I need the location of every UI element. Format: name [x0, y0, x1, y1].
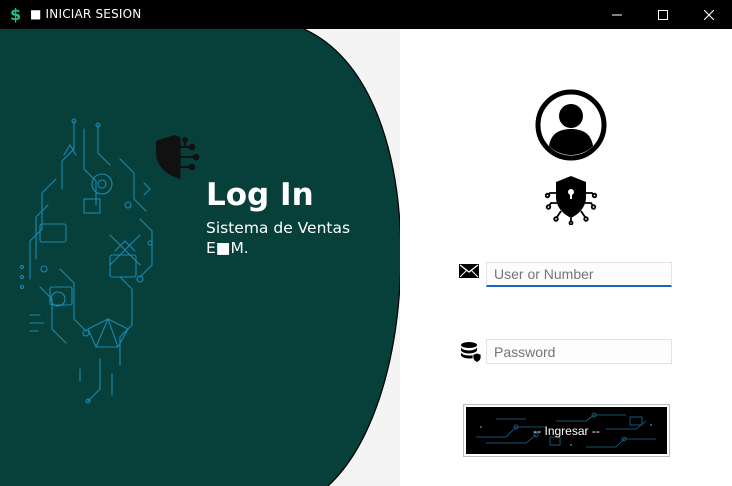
ingresar-label: -- Ingresar -- — [533, 424, 600, 438]
dollar-icon: $ — [10, 5, 21, 24]
hero-background — [0, 29, 400, 486]
login-window-body: Log In Sistema de Ventas E■M. User or Nu… — [0, 29, 732, 486]
shield-circuit-icon — [156, 135, 200, 179]
ingresar-button-background: -- Ingresar -- — [466, 407, 667, 454]
maximize-icon — [658, 9, 668, 20]
svg-text:$: $ — [10, 5, 21, 24]
maximize-button[interactable] — [640, 0, 686, 29]
ingresar-button[interactable]: -- Ingresar -- — [463, 404, 670, 457]
security-shield-icon — [545, 176, 597, 225]
window-title: ■ INICIAR SESION — [30, 7, 142, 21]
minimize-button[interactable] — [594, 0, 640, 29]
user-avatar-icon — [535, 89, 607, 161]
app-name: Sistema de Ventas — [206, 219, 351, 237]
username-input[interactable] — [486, 262, 672, 287]
title-bar[interactable]: $ ■ INICIAR SESION — [0, 0, 732, 29]
password-input[interactable] — [486, 339, 672, 364]
close-button[interactable] — [686, 0, 732, 29]
envelope-icon — [459, 264, 479, 278]
login-heading: Log In — [206, 177, 314, 213]
minimize-icon — [612, 14, 622, 15]
company-name: E■M. — [206, 239, 249, 257]
database-shield-icon — [461, 342, 482, 363]
close-icon — [704, 9, 714, 20]
hero-panel: Log In Sistema de Ventas E■M. — [0, 29, 400, 486]
